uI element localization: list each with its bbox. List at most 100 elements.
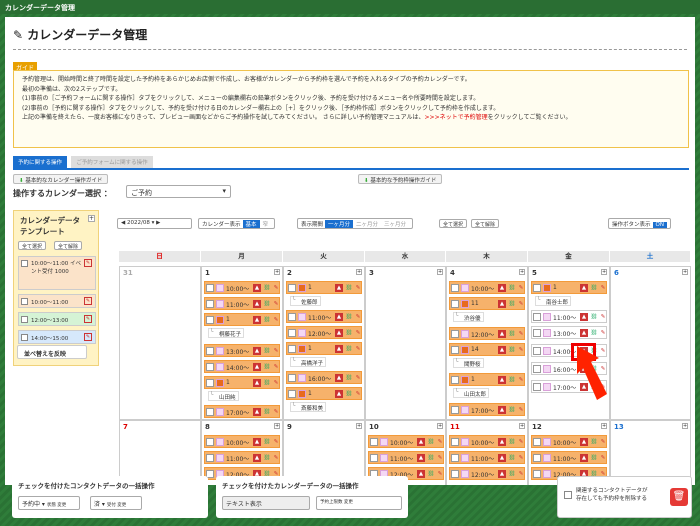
template-clear-all[interactable]: 全て解除 xyxy=(54,241,83,250)
time-slot[interactable]: 11:00〜 ▲ ⛓ ✎ xyxy=(204,297,280,310)
time-slot[interactable]: 1 ▲ ⛓ ✎ xyxy=(286,281,362,294)
manual-link[interactable]: >>>ネットで予約管理 xyxy=(425,114,488,121)
calendar-guide-button[interactable]: ⬇ 基本的なカレンダー操作ガイド xyxy=(13,174,109,184)
time-slot[interactable]: 10:00〜 ▲ ⛓ ✎ xyxy=(368,435,444,448)
edit-icon[interactable]: ✎ xyxy=(84,315,92,323)
link-icon: ⛓ xyxy=(263,439,271,445)
edit-icon[interactable]: ✎ xyxy=(84,259,92,267)
trash-icon[interactable]: 🗑 xyxy=(670,488,688,506)
edit-icon[interactable]: ✎ xyxy=(84,333,92,341)
template-item[interactable]: 14:00〜15:00 ✎ xyxy=(18,330,96,344)
accept-select[interactable]: 済 ▾ 受付 変更 xyxy=(90,496,142,510)
person-icon: ▲ xyxy=(580,329,588,337)
period-toggle[interactable]: 表示期間 一ヶ月分 二ヶ月分 三ヶ月分 xyxy=(297,218,414,229)
time-slot[interactable]: 11:00〜 ▲ ⛓ ✎ xyxy=(204,451,280,464)
edit-icon: ✎ xyxy=(273,409,279,415)
time-slot[interactable]: 1 ▲ ⛓ ✎ xyxy=(449,373,525,386)
booking-name[interactable]: 桐藤花子 xyxy=(208,328,245,338)
add-slot-icon[interactable]: + xyxy=(274,269,280,275)
time-slot[interactable]: 10:00〜 ▲ ⛓ ✎ xyxy=(449,281,525,294)
time-slot[interactable]: 11:00〜 ▲ ⛓ ✎ xyxy=(531,310,607,323)
time-slot[interactable]: 17:00〜▲⛓✎ xyxy=(449,403,525,416)
text-view-button[interactable]: テキスト表示 xyxy=(222,496,310,510)
time-slot[interactable]: 10:00〜 ▲ ⛓ ✎ xyxy=(449,435,525,448)
day-cell[interactable]: 31 xyxy=(119,266,201,420)
time-slot[interactable]: 11:00〜 ▲ ⛓ ✎ xyxy=(449,451,525,464)
link-icon: ⛓ xyxy=(345,375,353,381)
time-slot[interactable]: 13:00〜 ▲ ⛓ ✎ xyxy=(204,344,280,357)
booking-name[interactable]: 渋谷優 xyxy=(453,312,484,322)
template-item[interactable]: 12:00〜13:00 ✎ xyxy=(18,312,96,326)
add-slot-icon[interactable]: + xyxy=(519,269,525,275)
add-slot-icon[interactable]: + xyxy=(601,423,607,429)
checkbox[interactable] xyxy=(21,316,28,323)
template-item[interactable]: 10:00〜11:00 ✎ xyxy=(18,294,96,308)
booking-name[interactable]: 斎藤和美 xyxy=(290,402,327,412)
time-slot[interactable]: 14:00〜▲⛓✎ xyxy=(204,360,280,373)
booking-name[interactable]: 南谷士郎 xyxy=(535,296,572,306)
time-slot[interactable]: 1 ▲ ⛓ ✎ xyxy=(286,387,362,400)
day-cell[interactable]: 1+ 10:00〜▲⛓✎ 11:00〜▲⛓✎ 1▲⛓✎ 桐藤花子 13:00〜▲… xyxy=(201,266,283,420)
booking-name[interactable]: 聞野桜 xyxy=(453,358,484,368)
time-slot[interactable]: 10:00〜 ▲ ⛓ ✎ xyxy=(204,435,280,448)
time-slot[interactable]: 11:00〜 ▲ ⛓ ✎ xyxy=(286,310,362,323)
time-slot[interactable]: 16:00〜▲⛓✎ xyxy=(286,371,362,384)
time-slot[interactable]: 12:00〜▲⛓✎ xyxy=(286,326,362,339)
checkbox[interactable] xyxy=(21,260,28,267)
delete-option-checkbox[interactable] xyxy=(564,491,572,499)
time-slot[interactable]: 11:00〜 ▲ ⛓ ✎ xyxy=(531,451,607,464)
add-slot-icon[interactable]: + xyxy=(437,269,443,275)
day-cell[interactable]: 3 + xyxy=(365,266,446,420)
add-slot-icon[interactable]: + xyxy=(274,423,280,429)
template-item[interactable]: 10:00〜11:00 イベント受付 1000 ✎ xyxy=(18,256,96,290)
time-slot[interactable]: 17:00〜▲⛓✎ xyxy=(204,405,280,418)
sort-apply-button[interactable]: 並べ替えを反映 xyxy=(17,345,87,359)
checkbox[interactable] xyxy=(21,298,28,305)
time-slot[interactable]: 1 ▲ ⛓ ✎ xyxy=(286,342,362,355)
day-cell[interactable]: 6 + xyxy=(610,266,691,420)
slot-guide-button[interactable]: ⬇ 基本的な予約枠操作ガイド xyxy=(358,174,443,184)
add-template-icon[interactable]: + xyxy=(88,215,95,222)
time-slot[interactable]: 10:00〜 ▲ ⛓ ✎ xyxy=(531,435,607,448)
time-slot[interactable]: 1 ▲ ⛓ ✎ xyxy=(531,281,607,294)
add-slot-icon[interactable]: + xyxy=(356,269,362,275)
day-cell[interactable]: 4+ 10:00〜▲⛓✎ 11▲⛓✎ 渋谷優 12:00〜▲⛓✎ 14▲⛓✎ 聞… xyxy=(446,266,528,420)
op-button-toggle[interactable]: 操作ボタン表示 ON xyxy=(608,218,671,229)
time-slot[interactable]: 11:00〜 ▲ ⛓ ✎ xyxy=(368,451,444,464)
calendar-select-all[interactable]: 全て選択 xyxy=(439,219,468,228)
time-slot[interactable]: 13:00〜 ▲ ⛓ ✎ xyxy=(531,326,607,339)
checkbox[interactable] xyxy=(21,334,28,341)
calendar-view-toggle[interactable]: カレンダー表示 基本窄 xyxy=(198,218,276,229)
calendar-select[interactable]: ご予約 xyxy=(126,185,231,198)
add-slot-icon[interactable]: + xyxy=(601,269,607,275)
add-slot-icon[interactable]: + xyxy=(437,423,443,429)
booking-name[interactable]: 高橋洋子 xyxy=(290,357,327,367)
day-cell[interactable]: 2+ 1▲⛓✎ 佐藤郎 11:00〜▲⛓✎ 12:00〜▲⛓✎ 1▲⛓✎ 高橋洋… xyxy=(283,266,365,420)
time-slot[interactable]: 10:00〜 ▲ ⛓ ✎ xyxy=(204,281,280,294)
add-slot-icon[interactable]: + xyxy=(682,269,688,275)
booking-name[interactable]: 佐藤郎 xyxy=(290,296,321,306)
tab-reservation[interactable]: 予約に関する操作 xyxy=(13,156,68,168)
add-slot-icon[interactable]: + xyxy=(356,423,362,429)
edit-icon: ✎ xyxy=(600,439,606,445)
status-select[interactable]: 予約中 ▾ 状態 変更 xyxy=(18,496,80,510)
limit-change-button[interactable]: 予約上限数 変更 xyxy=(316,496,402,510)
time-slot[interactable]: 12:00〜▲⛓✎ xyxy=(449,327,525,340)
tab-form[interactable]: ご予約フォームに関する操作 xyxy=(71,156,153,168)
add-slot-icon[interactable]: + xyxy=(519,423,525,429)
booking-name[interactable]: 山田太郎 xyxy=(453,388,490,398)
link-icon: ⛓ xyxy=(263,364,271,370)
booking-name[interactable]: 山田純 xyxy=(208,391,239,401)
person-icon: ▲ xyxy=(498,406,506,414)
time-slot[interactable]: 1 ▲ ⛓ ✎ xyxy=(204,313,280,326)
time-slot[interactable]: 11 ▲ ⛓ ✎ xyxy=(449,297,525,310)
template-select-all[interactable]: 全て選択 xyxy=(18,241,47,250)
edit-icon[interactable]: ✎ xyxy=(84,297,92,305)
add-slot-icon[interactable]: + xyxy=(682,423,688,429)
weekday-sat: 土 xyxy=(610,251,691,262)
month-selector[interactable]: ◀ 2022/08 ▾ ▶ xyxy=(117,218,192,229)
time-slot[interactable]: 14 ▲ ⛓ ✎ xyxy=(449,343,525,356)
calendar-clear-all[interactable]: 全て解除 xyxy=(471,219,500,228)
page-title: ✎ カレンダーデータ管理 xyxy=(13,28,148,42)
time-slot[interactable]: 1 ▲ ⛓ ✎ xyxy=(204,376,280,389)
